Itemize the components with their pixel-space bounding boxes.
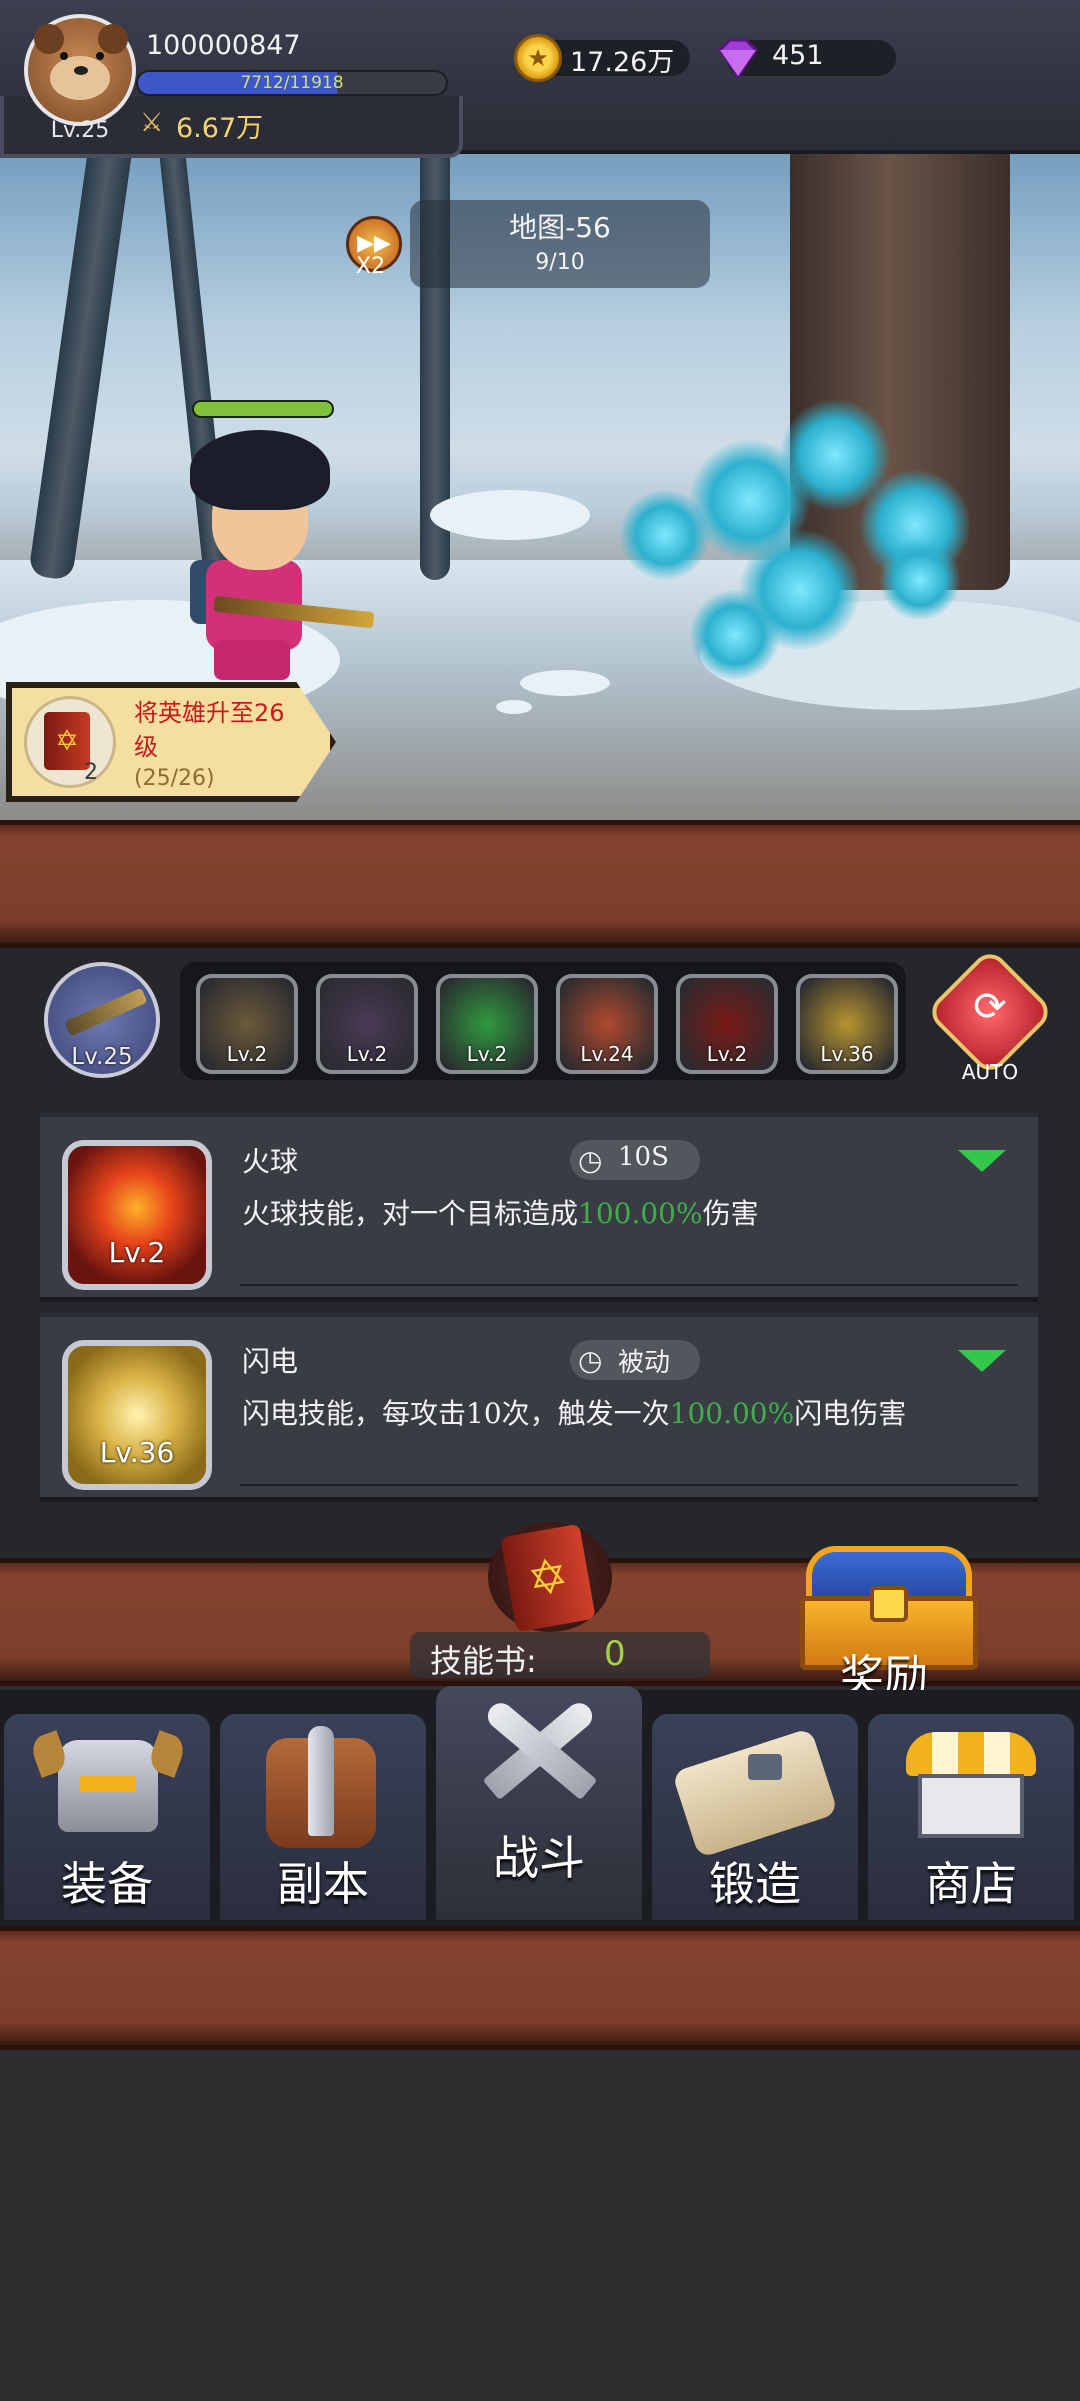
wood-divider xyxy=(0,1926,1080,2050)
skill-description: 闪电技能，每攻击10次，触发一次100.00%闪电伤害 xyxy=(242,1392,906,1432)
skill-level: Lv.36 xyxy=(99,1436,175,1469)
skill-slot-6[interactable]: Lv.36 xyxy=(796,974,898,1074)
weapon-level: Lv.25 xyxy=(71,1044,133,1070)
bear-face xyxy=(50,56,110,100)
scroll-icon xyxy=(671,1727,839,1859)
skill-damage-value: 100.00% xyxy=(578,1197,703,1230)
expand-arrow-icon[interactable] xyxy=(958,1350,1006,1372)
speed-label: X2 xyxy=(356,254,386,279)
skill-book-label: 技能书: xyxy=(430,1642,537,1680)
skill-slot-2[interactable]: Lv.2 xyxy=(316,974,418,1074)
combat-power: 6.67万 xyxy=(176,113,264,144)
nav-label: 副本 xyxy=(277,1857,369,1911)
skill-cooldown: 被动 xyxy=(618,1348,671,1378)
hero-health-fill xyxy=(194,402,332,416)
nav-tab-dungeon[interactable]: 副本 xyxy=(220,1714,426,1920)
skill-cooldown: 10S xyxy=(618,1142,669,1172)
nav-tab-shop[interactable]: 商店 xyxy=(868,1714,1074,1920)
crossed-swords-icon: ⚔ xyxy=(140,108,164,138)
gold-coin-icon: ★ xyxy=(514,34,562,82)
tree-trunk xyxy=(28,119,136,581)
player-level: Lv.25 xyxy=(50,118,110,143)
exp-text: 7712/11918 xyxy=(240,73,344,93)
wood-divider xyxy=(0,820,1080,948)
gold-amount: 17.26万 xyxy=(570,47,675,78)
skill-slot-1[interactable]: Lv.2 xyxy=(196,974,298,1074)
hero-legs xyxy=(214,640,290,680)
skill-slot-4[interactable]: Lv.24 xyxy=(556,974,658,1074)
nav-label: 锻造 xyxy=(709,1857,801,1911)
skill-slot-level: Lv.24 xyxy=(580,1042,634,1066)
quest-reward-count: 2 xyxy=(84,760,98,785)
nav-label: 装备 xyxy=(61,1857,153,1911)
helmet-visor xyxy=(80,1776,136,1792)
skill-name: 闪电 xyxy=(242,1345,299,1378)
enemy-spirit xyxy=(690,590,780,680)
skill-slot-level: Lv.2 xyxy=(226,1042,268,1066)
skill-damage-value: 100.00% xyxy=(669,1397,795,1430)
shop-icon xyxy=(918,1774,1024,1838)
skill-description-text: 火球技能，对一个目标造成 xyxy=(242,1197,579,1230)
skill-description-text: 闪电技能，每攻击10次，触发一次 xyxy=(242,1397,670,1430)
skill-description-tail: 闪电伤害 xyxy=(794,1397,907,1430)
enemy-spirit xyxy=(880,540,960,620)
bear-eye xyxy=(60,52,68,60)
gem-icon xyxy=(718,38,758,79)
sword-icon xyxy=(308,1726,334,1836)
skill-book-button[interactable]: ✡ xyxy=(488,1522,612,1633)
clock-icon: ◷ xyxy=(578,1344,603,1377)
exp-bar: 7712/11918 xyxy=(136,70,448,96)
skill-slot-3[interactable]: Lv.2 xyxy=(436,974,538,1074)
skill-name: 火球 xyxy=(242,1145,299,1178)
hero-health-bar xyxy=(192,400,334,418)
bear-ear xyxy=(98,24,128,54)
hero-hair xyxy=(190,430,330,510)
refresh-icon: ⟳ xyxy=(973,984,1007,1030)
wave-progress: 9/10 xyxy=(535,250,585,275)
snow-bank xyxy=(430,490,590,540)
nav-tab-forge[interactable]: 锻造 xyxy=(652,1714,858,1920)
skill-description: 火球技能，对一个目标造成100.00%伤害 xyxy=(242,1192,759,1232)
bear-eye xyxy=(96,52,104,60)
skill-book-count: 0 xyxy=(604,1634,626,1674)
snow-patch xyxy=(520,670,610,696)
map-name: 地图-56 xyxy=(509,211,611,244)
nav-label: 商店 xyxy=(925,1857,1017,1911)
skill-slot-level: Lv.2 xyxy=(466,1042,508,1066)
card-divider xyxy=(240,1284,1018,1286)
shop-awning-icon xyxy=(906,1732,1036,1776)
player-id: 100000847 xyxy=(146,30,301,61)
card-divider xyxy=(240,1484,1018,1486)
chest-lock xyxy=(870,1586,908,1622)
player-avatar[interactable] xyxy=(24,14,136,126)
gem-amount: 451 xyxy=(772,40,824,71)
skill-slot-level: Lv.36 xyxy=(820,1042,874,1066)
bear-ear xyxy=(34,24,64,54)
skill-slot-level: Lv.2 xyxy=(346,1042,388,1066)
skill-slot-level: Lv.2 xyxy=(706,1042,748,1066)
clock-icon: ◷ xyxy=(578,1144,603,1177)
skill-description-tail: 伤害 xyxy=(702,1197,759,1230)
skill-level: Lv.2 xyxy=(108,1236,166,1269)
snow-patch xyxy=(496,700,532,714)
hammer-icon xyxy=(748,1754,782,1780)
skill-slot-5[interactable]: Lv.2 xyxy=(676,974,778,1074)
nav-tab-battle[interactable]: 战斗 xyxy=(436,1686,642,1920)
expand-arrow-icon[interactable] xyxy=(958,1150,1006,1172)
nav-label: 战斗 xyxy=(493,1831,585,1885)
quest-title: 将英雄升至26级 xyxy=(134,699,285,761)
auto-label: AUTO xyxy=(961,1060,1019,1084)
bear-nose xyxy=(74,66,88,75)
skill-book-icon: ✡ xyxy=(500,1523,596,1633)
nav-tab-equipment[interactable]: 装备 xyxy=(4,1714,210,1920)
quest-progress: (25/26) xyxy=(134,766,215,791)
